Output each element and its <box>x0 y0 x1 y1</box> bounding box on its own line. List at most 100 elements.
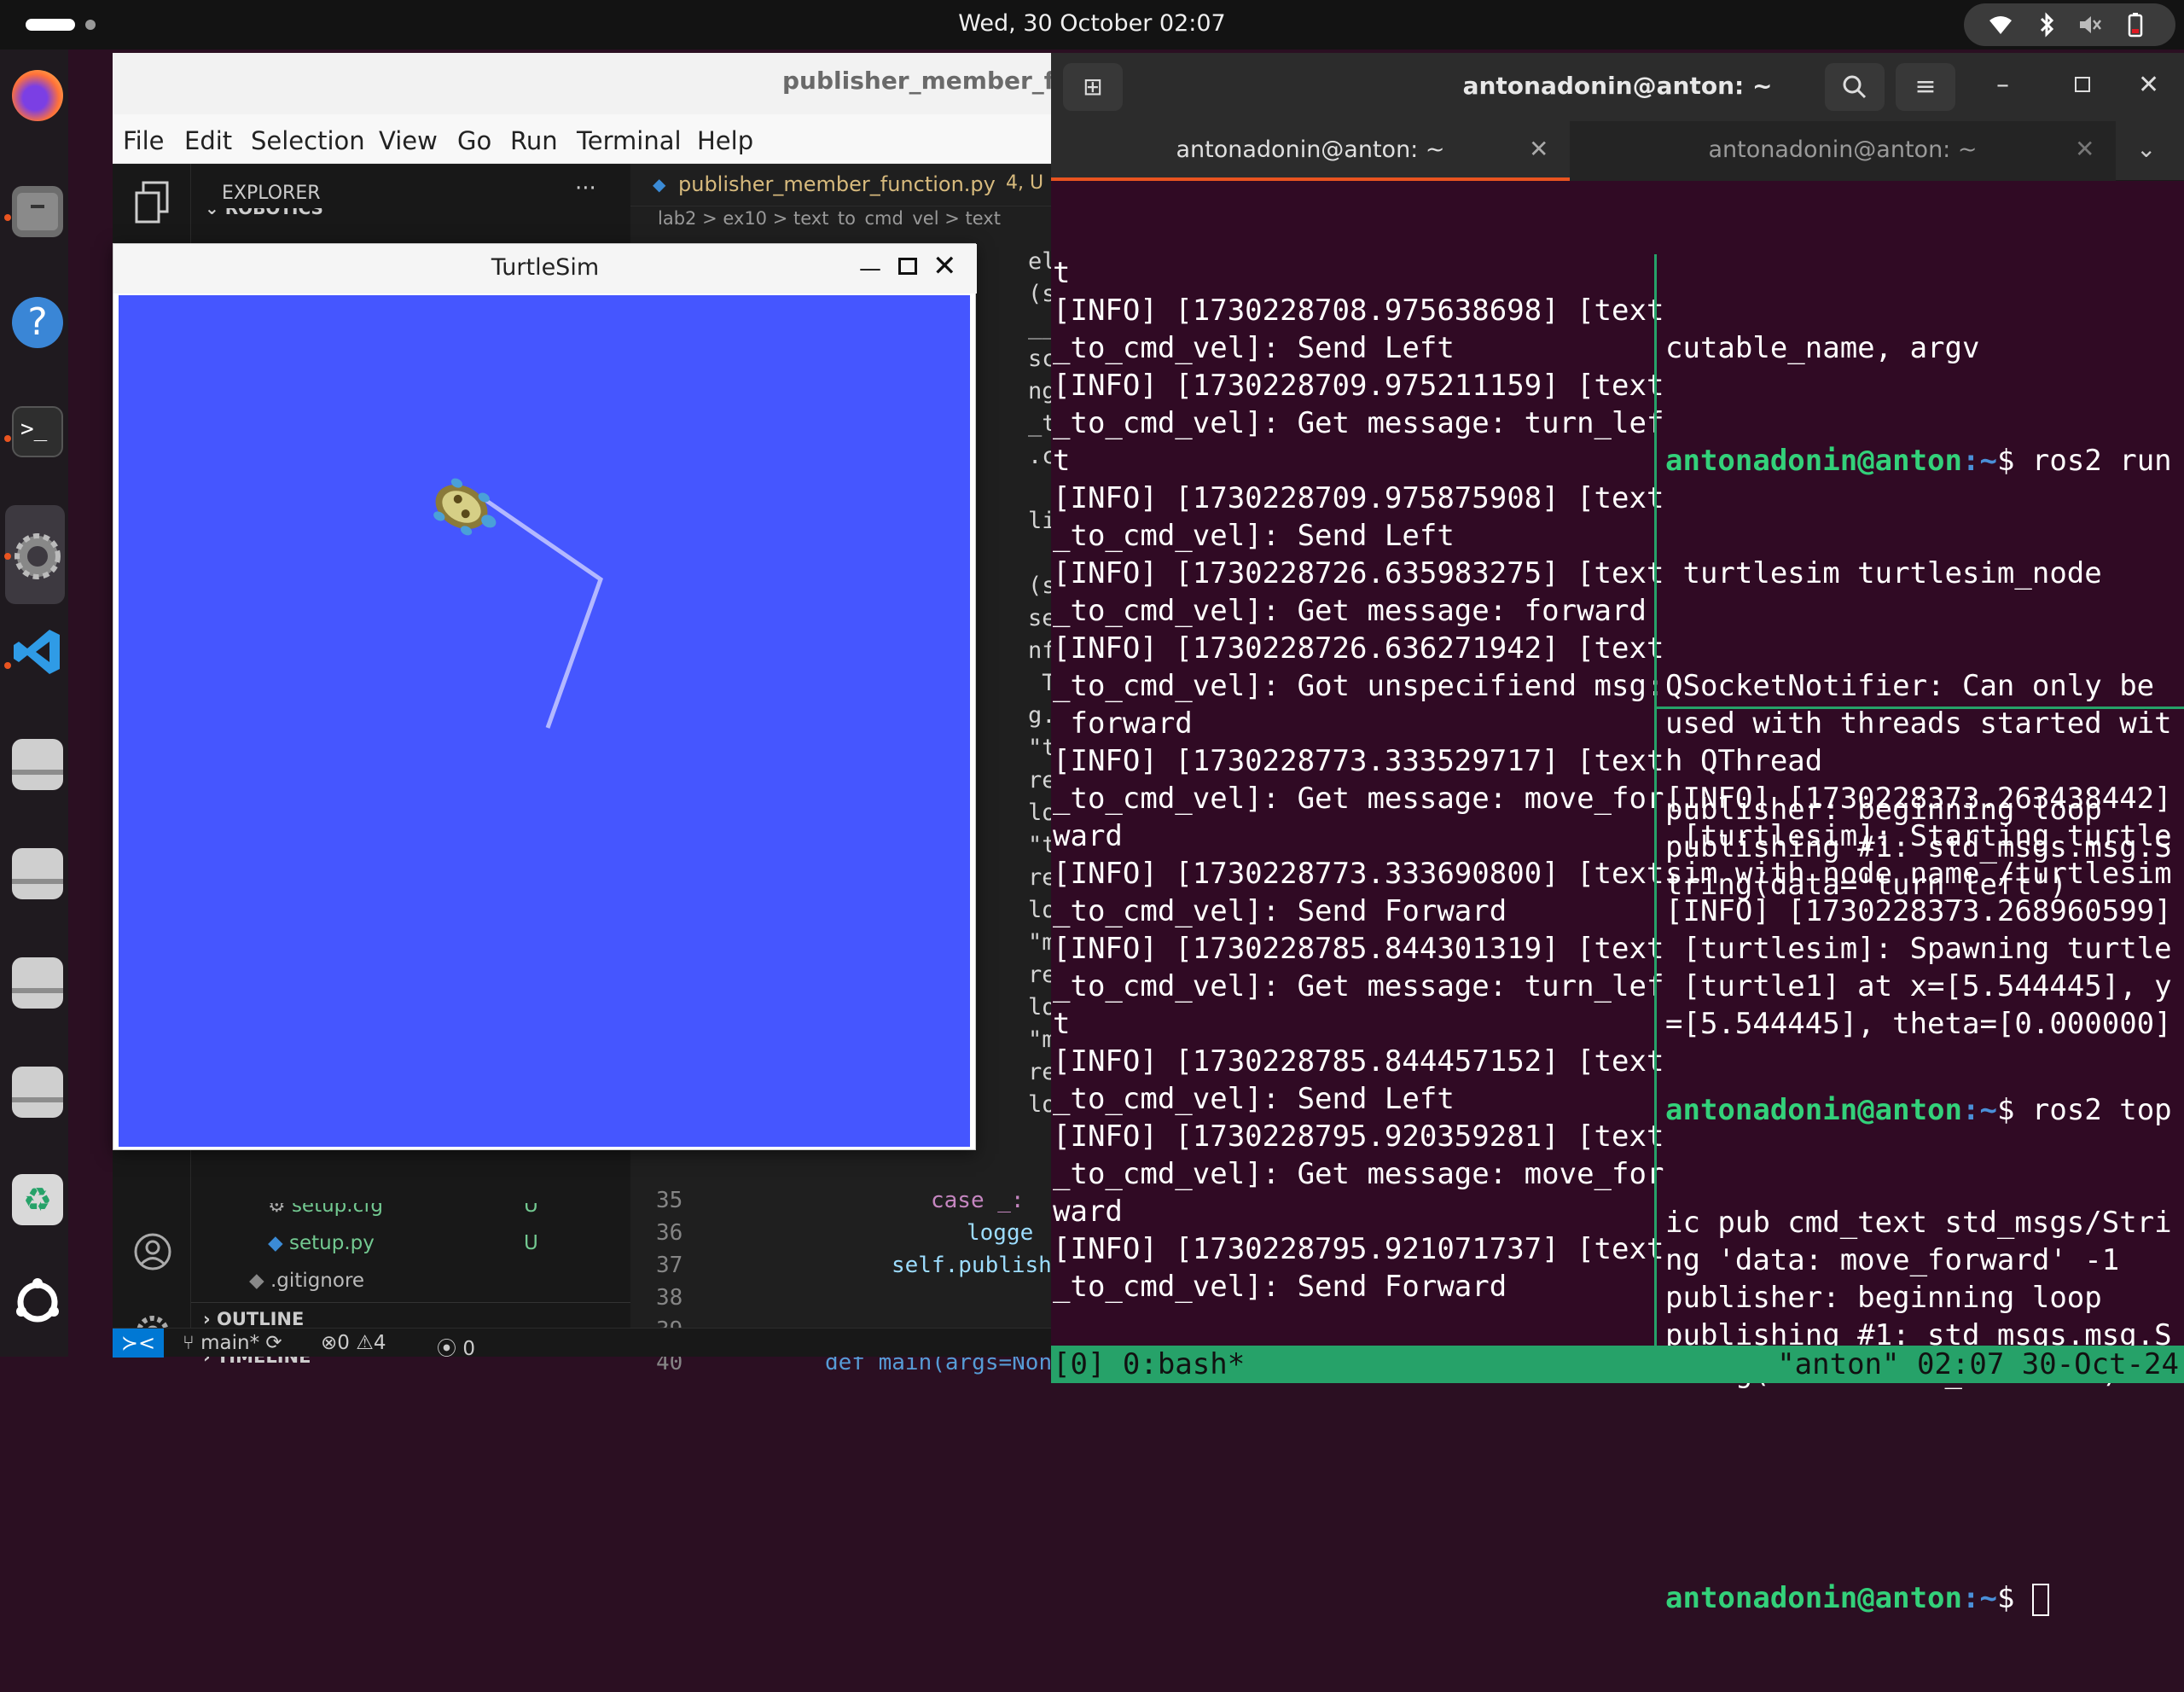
log-line: _to_cmd_vel]: Get message: forward <box>1053 594 1647 628</box>
turtlesim-titlebar[interactable]: TurtleSim — ✕ <box>113 244 977 294</box>
menu-selection[interactable]: Selection <box>251 126 365 155</box>
pane-divider <box>1654 254 1657 1346</box>
branch-status[interactable]: ⑂ main* ⟳ <box>183 1332 282 1354</box>
minimize-icon[interactable]: — <box>859 256 881 282</box>
chevron-right-icon: › <box>203 1309 217 1329</box>
output-line: cutable_name, argv <box>1665 331 1980 365</box>
output-line: publisher: beginning loop <box>1665 793 2102 827</box>
tmux-right-bottom-pane[interactable]: publisher: beginning loop publishing #1: … <box>1665 716 2172 1692</box>
tab-badge: 4, U <box>1006 172 1044 194</box>
dock: ? >_ ♻ <box>0 49 68 1357</box>
tmux-status-right: "anton" 02:07 30-Oct-24 <box>1777 1347 2179 1381</box>
turtlesim-window: TurtleSim — ✕ <box>113 243 977 1150</box>
terminal-headerbar[interactable]: ⊞ antonadonin@anton: ~ ≡ – ✕ <box>1051 53 2184 121</box>
menu-view[interactable]: View <box>379 126 438 155</box>
volume-muted-icon <box>2080 16 2101 33</box>
editor-tab[interactable]: ◆ publisher_member_function.py 4, U <box>630 164 1051 206</box>
file-setup-py[interactable]: ◆ setup.py U <box>268 1232 626 1254</box>
maximize-icon[interactable] <box>2075 77 2090 92</box>
output-line: ng 'data: move_forward' -1 <box>1665 1243 2120 1277</box>
line-number: 36 <box>656 1220 683 1246</box>
tmux-window-list[interactable]: [0] 0:bash* <box>1053 1346 1245 1383</box>
log-line: _to_cmd_vel]: Send Forward <box>1053 894 1507 928</box>
outline-section[interactable]: › OUTLINE <box>203 1309 304 1329</box>
log-line: [INFO] [1730228726.635983275] [text <box>1053 556 1664 590</box>
terminal-icon[interactable]: >_ <box>12 406 63 457</box>
log-line: _to_cmd_vel]: Get message: turn_lef <box>1053 406 1664 440</box>
log-line: _to_cmd_vel]: Got unspecifiend msg: <box>1053 669 1664 703</box>
tab-2[interactable]: antonadonin@anton: ~ ✕ <box>1570 121 2116 181</box>
command-text: $ <box>1996 1581 2032 1615</box>
tmux-left-pane[interactable]: t [INFO] [1730228708.975638698] [text _to_… <box>1053 254 1664 1305</box>
code-line[interactable]: 35 case _: <box>630 1188 1051 1220</box>
menu-run[interactable]: Run <box>510 126 558 155</box>
drive-icon[interactable] <box>12 1067 63 1118</box>
prompt-user: antonadonin@anton <box>1665 1093 1962 1127</box>
drive-icon[interactable] <box>12 848 63 899</box>
clock[interactable]: Wed, 30 October 02:07 <box>0 10 2184 37</box>
file-setup-cfg[interactable]: ⚙ setup.cfg U <box>268 1203 626 1217</box>
problems-status[interactable]: ⊗0 ⚠4 <box>321 1332 386 1354</box>
explorer-header: EXPLORER <box>222 183 321 204</box>
drive-icon[interactable] <box>12 957 63 1009</box>
python-file-icon: ◆ <box>268 1232 289 1254</box>
maximize-icon[interactable] <box>898 258 917 275</box>
menu-edit[interactable]: Edit <box>184 126 232 155</box>
vscode-titlebar[interactable]: publisher_member_fun <box>113 53 1089 114</box>
show-apps-ubuntu-icon[interactable] <box>12 1276 63 1328</box>
help-icon[interactable]: ? <box>12 297 63 348</box>
tabs-dropdown-icon[interactable]: ⌄ <box>2136 135 2156 163</box>
code-text: case _: <box>931 1188 1025 1213</box>
code-line[interactable]: 36 logge <box>630 1220 1051 1253</box>
explorer-icon[interactable] <box>133 181 171 225</box>
files-icon[interactable] <box>12 186 63 237</box>
remote-icon[interactable]: ≻< <box>113 1329 164 1358</box>
vscode-title: publisher_member_fun <box>782 67 1089 95</box>
trash-icon[interactable]: ♻ <box>12 1174 63 1225</box>
running-indicator <box>4 214 11 221</box>
terminal-body[interactable]: t [INFO] [1730228708.975638698] [text _to_… <box>1051 181 2184 1616</box>
prompt-user: antonadonin@anton <box>1665 1581 1962 1615</box>
log-line: forward <box>1053 706 1193 741</box>
firefox-icon[interactable] <box>12 70 63 121</box>
hamburger-menu-icon[interactable]: ≡ <box>1896 63 1955 111</box>
drive-icon[interactable] <box>12 739 63 790</box>
prompt-path: :~ <box>1962 1581 1997 1615</box>
log-line: [INFO] [1730228773.333529717] [text <box>1053 744 1664 778</box>
vscode-menubar: File Edit Selection View Go Run Terminal… <box>113 114 1051 164</box>
menu-go[interactable]: Go <box>457 126 491 155</box>
terminal-window: ⊞ antonadonin@anton: ~ ≡ – ✕ antonadonin… <box>1051 53 2184 1616</box>
turtle-trail <box>484 497 603 729</box>
git-file-icon: ◆ <box>249 1270 270 1292</box>
system-tray[interactable] <box>1964 3 2175 46</box>
line-number: 37 <box>656 1253 683 1278</box>
minimize-icon[interactable]: – <box>1996 70 2009 100</box>
breadcrumb[interactable]: lab2 > ex10 > text_to_cmd_vel > text_ <box>658 208 1050 227</box>
log-line: _to_cmd_vel]: Get message: move_for <box>1053 1157 1664 1191</box>
git-status: U <box>524 1232 538 1254</box>
close-tab-icon[interactable]: ✕ <box>2075 135 2094 163</box>
sync-icon: ⟳ <box>265 1332 282 1354</box>
menu-help[interactable]: Help <box>697 126 753 155</box>
more-actions-icon[interactable]: ··· <box>575 176 596 201</box>
accounts-icon[interactable] <box>133 1232 172 1271</box>
close-tab-icon[interactable]: ✕ <box>1529 135 1548 163</box>
menu-terminal[interactable]: Terminal <box>577 126 682 155</box>
log-line: _to_cmd_vel]: Get message: turn_lef <box>1053 969 1664 1003</box>
code-line[interactable]: 37 self.publishe <box>630 1253 1066 1285</box>
menu-file[interactable]: File <box>123 126 165 155</box>
close-icon[interactable]: ✕ <box>932 249 957 283</box>
code-line[interactable]: 38 <box>630 1285 1051 1317</box>
prompt-path: :~ <box>1962 1093 1997 1127</box>
file-gitignore[interactable]: ◆ .gitignore <box>249 1270 364 1292</box>
log-line: [INFO] [1730228708.975638698] [text <box>1053 294 1664 328</box>
vscode-icon[interactable] <box>12 626 63 677</box>
bluetooth-icon <box>2040 12 2054 38</box>
tmux-status-bar: [0] 0:bash* "anton" 02:07 30-Oct-24 <box>1051 1346 2184 1383</box>
command-line: antonadonin@anton:~$ ros2 run <box>1665 442 2172 480</box>
search-button[interactable] <box>1825 63 1885 111</box>
settings-gear-icon[interactable] <box>12 531 63 582</box>
tab-1[interactable]: antonadonin@anton: ~ ✕ <box>1051 121 1570 181</box>
error-icon: ⊗ <box>321 1332 338 1354</box>
close-icon[interactable]: ✕ <box>2138 70 2159 100</box>
